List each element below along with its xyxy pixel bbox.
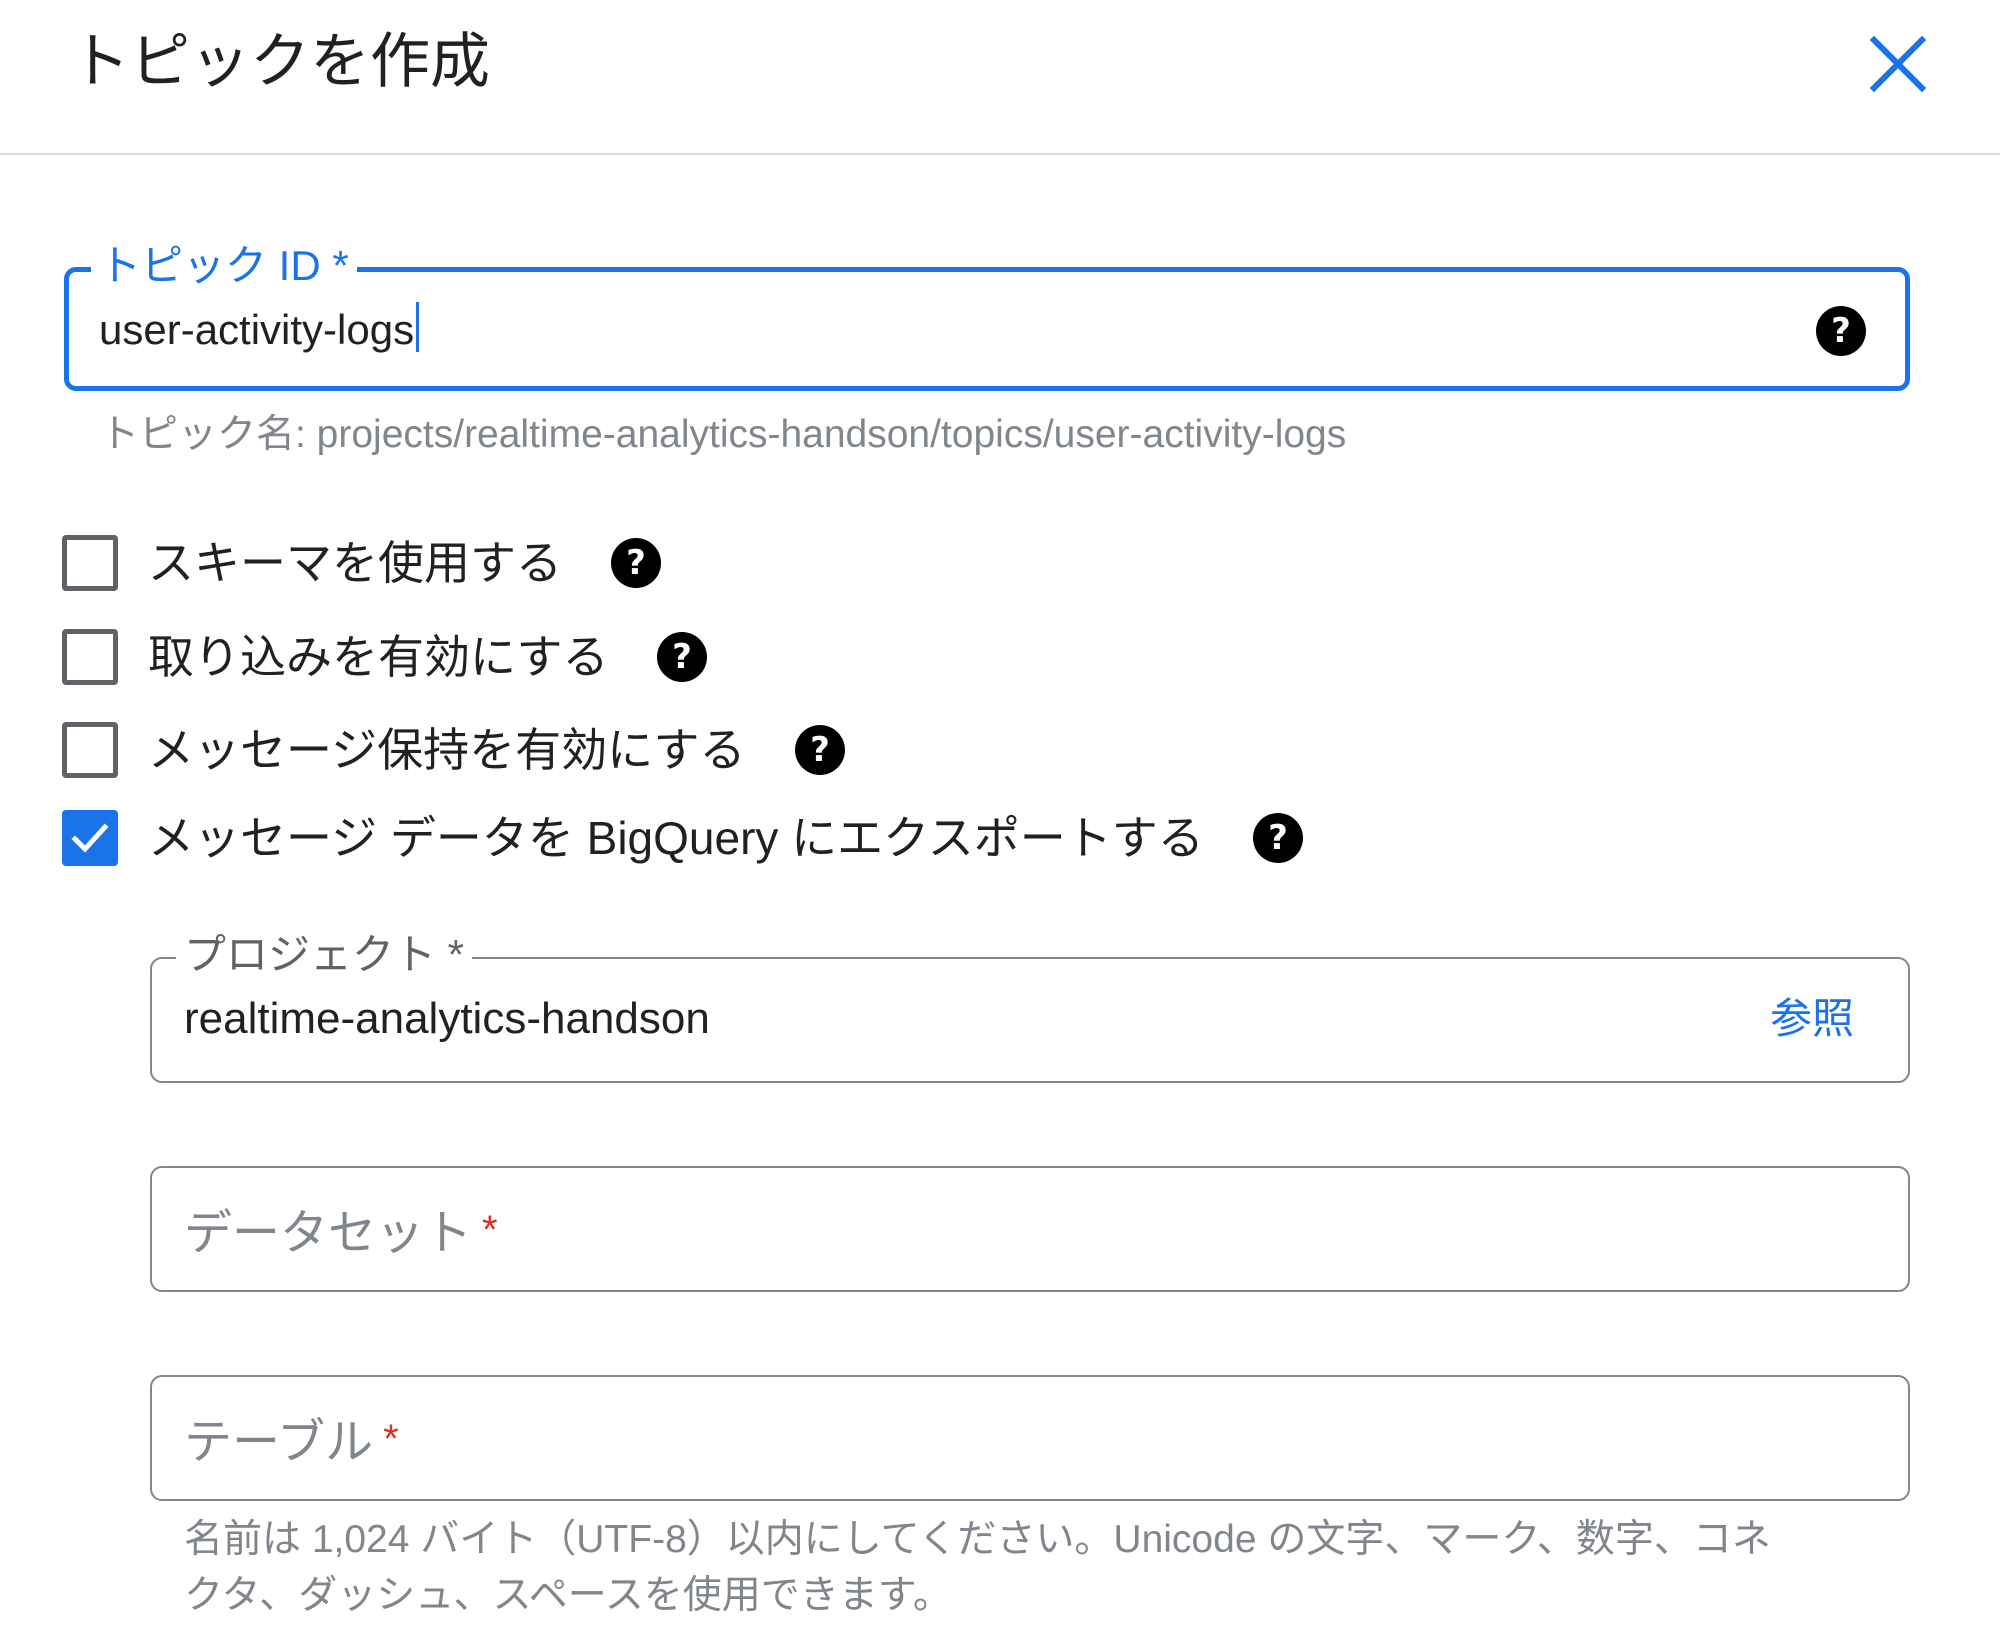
dialog-header: トピックを作成 (0, 0, 2000, 155)
table-name-hint: 名前は 1,024 バイト（UTF-8）以内にしてください。Unicode の文… (184, 1518, 1771, 1617)
project-field[interactable]: プロジェクト * realtime-analytics-handson 参照 (150, 927, 1910, 1083)
close-button[interactable] (1862, 28, 1934, 100)
table-placeholder-text: テーブル (184, 1416, 374, 1469)
dataset-field[interactable]: データセット * (150, 1166, 1910, 1292)
check-icon (71, 823, 109, 853)
topic-name-hint: トピック名: projects/realtime-analytics-hands… (100, 413, 1347, 456)
svg-text:?: ? (626, 543, 646, 583)
table-field[interactable]: テーブル * (150, 1375, 1910, 1501)
close-icon (1869, 35, 1927, 93)
svg-text:?: ? (810, 730, 830, 770)
option-use-schema[interactable]: スキーマを使用する ? (62, 533, 662, 593)
dataset-placeholder-text: データセット (184, 1207, 473, 1260)
option-enable-ingestion[interactable]: 取り込みを有効にする ? (62, 627, 708, 687)
dataset-placeholder: データセット * (184, 1198, 498, 1266)
svg-text:?: ? (673, 637, 693, 677)
use-schema-label: スキーマを使用する (148, 537, 562, 589)
help-icon[interactable]: ? (656, 631, 708, 683)
project-label: プロジェクト * (176, 927, 473, 983)
enable-ingestion-label: 取り込みを有効にする (148, 631, 609, 683)
help-icon[interactable]: ? (794, 724, 846, 776)
bigquery-export-label: メッセージ データを BigQuery にエクスポートする (148, 812, 1204, 864)
topic-id-input[interactable]: user-activity-logs (99, 302, 420, 358)
enable-ingestion-checkbox[interactable] (62, 629, 118, 685)
svg-text:?: ? (1268, 818, 1288, 858)
project-value: realtime-analytics-handson (184, 994, 710, 1043)
option-message-retention[interactable]: メッセージ保持を有効にする ? (62, 720, 846, 780)
browse-button[interactable]: 参照 (1770, 991, 1854, 1047)
message-retention-checkbox[interactable] (62, 722, 118, 778)
bigquery-export-checkbox[interactable] (62, 810, 118, 866)
option-bigquery-export[interactable]: メッセージ データを BigQuery にエクスポートする ? (62, 808, 1304, 868)
table-placeholder: テーブル * (184, 1407, 399, 1475)
help-icon[interactable]: ? (1815, 305, 1867, 357)
topic-id-label: トピック ID * (91, 238, 357, 294)
topic-id-field[interactable]: トピック ID * user-activity-logs ? (64, 238, 1910, 391)
help-icon[interactable]: ? (610, 537, 662, 589)
topic-id-value: user-activity-logs (99, 306, 415, 353)
create-topic-dialog: トピックを作成 トピック ID * user-activity-logs ? ト… (0, 0, 2000, 1650)
help-icon[interactable]: ? (1252, 812, 1304, 864)
dialog-title: トピックを作成 (70, 28, 490, 95)
message-retention-label: メッセージ保持を有効にする (148, 724, 746, 776)
use-schema-checkbox[interactable] (62, 535, 118, 591)
svg-text:?: ? (1831, 311, 1851, 351)
required-mark: * (482, 1208, 498, 1252)
required-mark: * (383, 1417, 399, 1461)
text-caret (416, 302, 420, 352)
